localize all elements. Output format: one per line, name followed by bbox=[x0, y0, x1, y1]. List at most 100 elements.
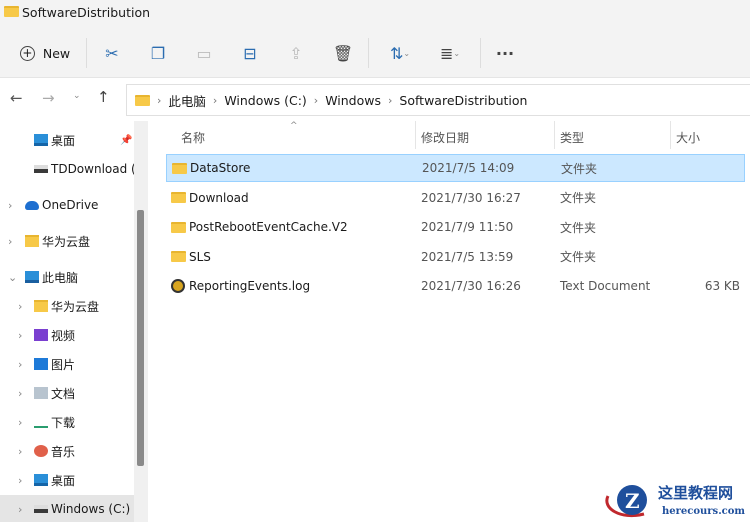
pictures-icon bbox=[34, 358, 48, 370]
file-row[interactable]: DataStore 2021/7/5 14:09 文件夹 bbox=[166, 154, 745, 182]
share-icon[interactable]: ⇪ bbox=[284, 40, 308, 66]
sort-ascending-icon: ^ bbox=[290, 121, 298, 131]
file-row[interactable]: Download 2021/7/30 16:27 文件夹 bbox=[166, 184, 745, 212]
file-name: SLS bbox=[189, 249, 211, 264]
file-name: Download bbox=[189, 190, 249, 205]
sidebar-item[interactable]: › OneDrive bbox=[0, 191, 135, 219]
breadcrumb-item[interactable]: Windows bbox=[325, 93, 381, 108]
file-row[interactable]: ReportingEvents.log 2021/7/30 16:26 Text… bbox=[166, 272, 745, 300]
title-bar: SoftwareDistribution bbox=[0, 0, 750, 28]
view-icon[interactable]: ≣ ⌄ bbox=[434, 40, 466, 66]
column-header-size[interactable]: 大小 bbox=[676, 129, 700, 146]
sidebar-item-label: 视频 bbox=[51, 328, 76, 343]
folder-icon bbox=[171, 192, 186, 203]
sidebar-item[interactable]: ⌄ 此电脑 bbox=[0, 263, 135, 291]
column-header-type[interactable]: 类型 bbox=[560, 129, 584, 146]
chevron-right-icon[interactable]: › bbox=[18, 474, 22, 487]
new-button[interactable]: + New bbox=[16, 40, 74, 66]
navigation-pane: 桌面 📌 TDDownload (\ › OneDrive › 华为云盘 ⌄ 此电脑 › 华为云盘 ›… bbox=[0, 121, 148, 522]
sidebar-item-label: 音乐 bbox=[51, 444, 76, 459]
watermark-url: herecours.com bbox=[662, 506, 745, 517]
sort-icon[interactable]: ⇅ ⌄ bbox=[384, 40, 416, 66]
drive-icon bbox=[34, 165, 48, 173]
pc-icon bbox=[25, 271, 39, 283]
file-type: 文件夹 bbox=[560, 220, 597, 235]
svg-text:Z: Z bbox=[625, 489, 640, 513]
chevron-right-icon[interactable]: › bbox=[8, 199, 12, 212]
sidebar-item[interactable]: 桌面 📌 bbox=[0, 126, 135, 154]
chevron-right-icon[interactable]: › bbox=[18, 503, 22, 516]
folder-icon bbox=[135, 94, 150, 106]
file-name: DataStore bbox=[190, 161, 251, 175]
desktop-icon bbox=[34, 474, 48, 486]
file-type: 文件夹 bbox=[560, 191, 597, 205]
sidebar-item[interactable]: › 华为云盘 bbox=[0, 227, 135, 255]
sidebar-scrollbar-thumb[interactable] bbox=[137, 210, 144, 466]
rename-icon[interactable]: ⊟ bbox=[238, 40, 262, 66]
folder-icon bbox=[172, 162, 187, 174]
folder-icon bbox=[4, 6, 19, 17]
file-modified: 2021/7/30 16:27 bbox=[421, 190, 521, 205]
file-row[interactable]: PostRebootEventCache.V2 2021/7/9 11:50 文… bbox=[166, 213, 745, 241]
sidebar-item-label: 桌面 bbox=[51, 133, 76, 148]
watermark-title: 这里教程网 bbox=[658, 484, 733, 502]
new-label: New bbox=[42, 45, 71, 61]
file-name: PostRebootEventCache.V2 bbox=[189, 220, 348, 234]
sidebar-item[interactable]: › 音乐 bbox=[0, 437, 135, 465]
sidebar-item[interactable]: › 视频 bbox=[0, 321, 135, 349]
sidebar-item-label: 文档 bbox=[51, 386, 76, 401]
sidebar-item[interactable]: › Windows (C:) bbox=[0, 495, 135, 522]
forward-icon[interactable]: → bbox=[42, 89, 55, 107]
pin-icon: 📌 bbox=[120, 134, 133, 146]
sidebar-item-label: OneDrive bbox=[42, 198, 99, 212]
file-modified: 2021/7/30 16:26 bbox=[421, 279, 521, 293]
file-modified: 2021/7/5 13:59 bbox=[421, 249, 514, 264]
chevron-right-icon[interactable]: › bbox=[18, 358, 22, 371]
chevron-right-icon[interactable]: › bbox=[18, 416, 22, 429]
recent-chevron-icon[interactable]: ⌄ bbox=[73, 91, 81, 101]
download-icon bbox=[34, 416, 48, 428]
cut-icon[interactable]: ✂ bbox=[100, 40, 124, 66]
sidebar-item[interactable]: › 文档 bbox=[0, 379, 135, 407]
file-modified: 2021/7/9 11:50 bbox=[421, 220, 514, 234]
address-bar[interactable]: › 此电脑 › Windows (C:) › Windows › SoftwareDis… bbox=[126, 84, 750, 116]
file-type: Text Document bbox=[560, 279, 651, 293]
file-list: ^ 名称 修改日期 类型 大小 DataStore 2021/7/5 14:09… bbox=[150, 121, 750, 522]
file-modified: 2021/7/5 14:09 bbox=[422, 161, 515, 175]
sidebar-item-label: 华为云盘 bbox=[51, 299, 100, 314]
up-icon[interactable]: ↑ bbox=[97, 88, 110, 106]
breadcrumb-item[interactable]: Windows (C:) bbox=[224, 93, 306, 108]
window-title: SoftwareDistribution bbox=[22, 5, 151, 20]
chevron-down-icon[interactable]: ⌄ bbox=[8, 271, 17, 284]
sidebar-item-label: 图片 bbox=[51, 357, 76, 372]
log-file-icon bbox=[171, 279, 185, 293]
folder-icon bbox=[171, 221, 186, 233]
sidebar-item[interactable]: › 华为云盘 bbox=[0, 292, 135, 320]
drive-icon bbox=[34, 505, 48, 513]
back-icon[interactable]: ← bbox=[10, 89, 23, 107]
breadcrumb-item[interactable]: 此电脑 bbox=[168, 91, 206, 110]
column-header-name[interactable]: 名称 bbox=[181, 129, 205, 146]
more-icon[interactable]: ··· bbox=[492, 40, 518, 66]
plus-icon: + bbox=[19, 45, 35, 61]
breadcrumb-item[interactable]: SoftwareDistribution bbox=[399, 93, 527, 108]
copy-icon[interactable]: ❐ bbox=[146, 40, 170, 66]
sidebar-item[interactable]: › 下载 bbox=[0, 408, 135, 436]
file-row[interactable]: SLS 2021/7/5 13:59 文件夹 bbox=[166, 243, 745, 271]
file-name: ReportingEvents.log bbox=[189, 279, 311, 293]
sidebar-item-label: 桌面 bbox=[51, 473, 76, 488]
sidebar-item-label: Windows (C:) bbox=[51, 502, 131, 516]
paste-icon[interactable]: ▭ bbox=[192, 40, 216, 66]
watermark-logo: Z 这里教程网 herecours.com bbox=[605, 484, 745, 517]
delete-icon[interactable]: 🗑 bbox=[331, 40, 355, 66]
sidebar-item[interactable]: › 图片 bbox=[0, 350, 135, 378]
column-header-modified[interactable]: 修改日期 bbox=[421, 129, 469, 146]
chevron-right-icon[interactable]: › bbox=[8, 235, 12, 248]
chevron-right-icon[interactable]: › bbox=[18, 445, 22, 458]
sidebar-item[interactable]: TDDownload (\ bbox=[0, 155, 140, 183]
chevron-right-icon[interactable]: › bbox=[18, 300, 22, 313]
sidebar-item[interactable]: › 桌面 bbox=[0, 466, 135, 494]
chevron-right-icon[interactable]: › bbox=[18, 387, 22, 400]
chevron-right-icon[interactable]: › bbox=[18, 329, 22, 342]
video-icon bbox=[34, 329, 48, 341]
